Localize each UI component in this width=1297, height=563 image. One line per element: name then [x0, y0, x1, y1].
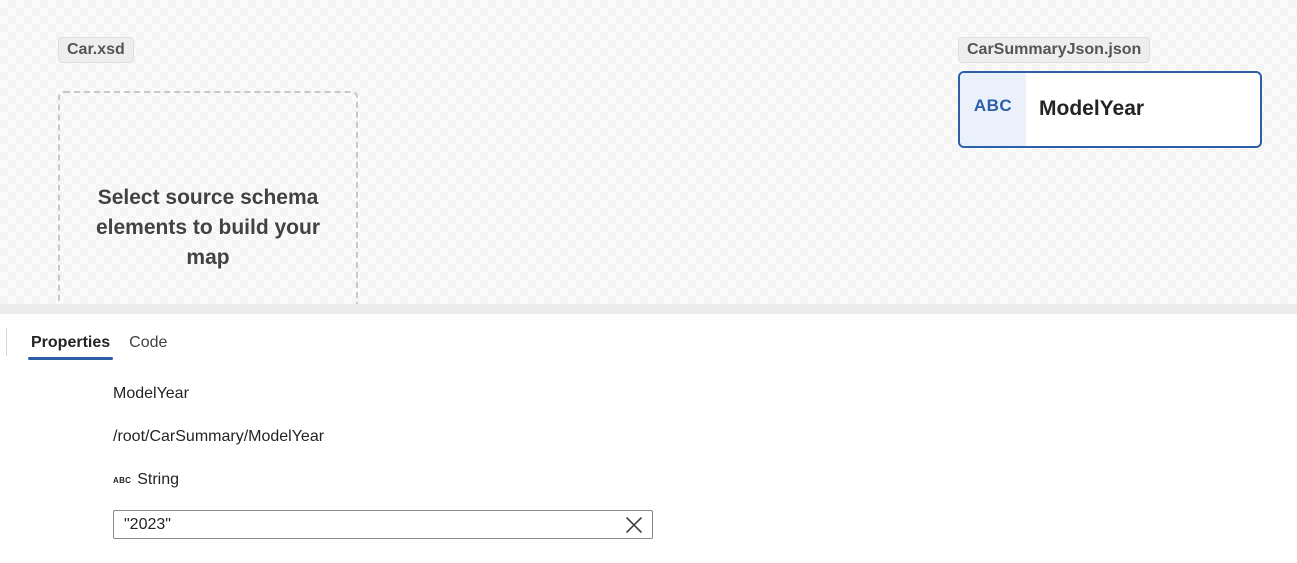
property-type: ABC String	[113, 471, 179, 489]
map-canvas[interactable]: Car.xsd Select source schema elements to…	[0, 0, 1297, 304]
abc-string-icon: ABC	[113, 475, 132, 485]
panel-divider	[6, 328, 7, 356]
source-schema-placeholder[interactable]: Select source schema elements to build y…	[58, 91, 358, 304]
tab-code[interactable]: Code	[126, 332, 170, 360]
default-value-field	[113, 510, 653, 539]
tab-properties[interactable]: Properties	[28, 332, 114, 360]
property-name: ModelYear	[113, 385, 189, 402]
close-icon[interactable]	[625, 516, 643, 534]
property-path: /root/CarSummary/ModelYear	[113, 428, 325, 445]
property-type-label: String	[137, 471, 180, 488]
target-schema-tag[interactable]: CarSummaryJson.json	[958, 37, 1151, 63]
placeholder-text: Select source schema elements to build y…	[95, 186, 321, 269]
panel-splitter[interactable]	[0, 304, 1297, 314]
properties-panel: Properties Code ModelYear /root/CarSumma…	[0, 314, 1297, 563]
default-value-input[interactable]	[114, 511, 614, 538]
source-schema-tag[interactable]: Car.xsd	[58, 37, 134, 63]
target-node-label: ModelYear	[1039, 96, 1145, 120]
abc-string-icon: ABC	[960, 73, 1026, 146]
panel-tabs: Properties Code	[28, 332, 183, 360]
target-node-modelyear[interactable]: ABC ModelYear	[958, 71, 1262, 148]
